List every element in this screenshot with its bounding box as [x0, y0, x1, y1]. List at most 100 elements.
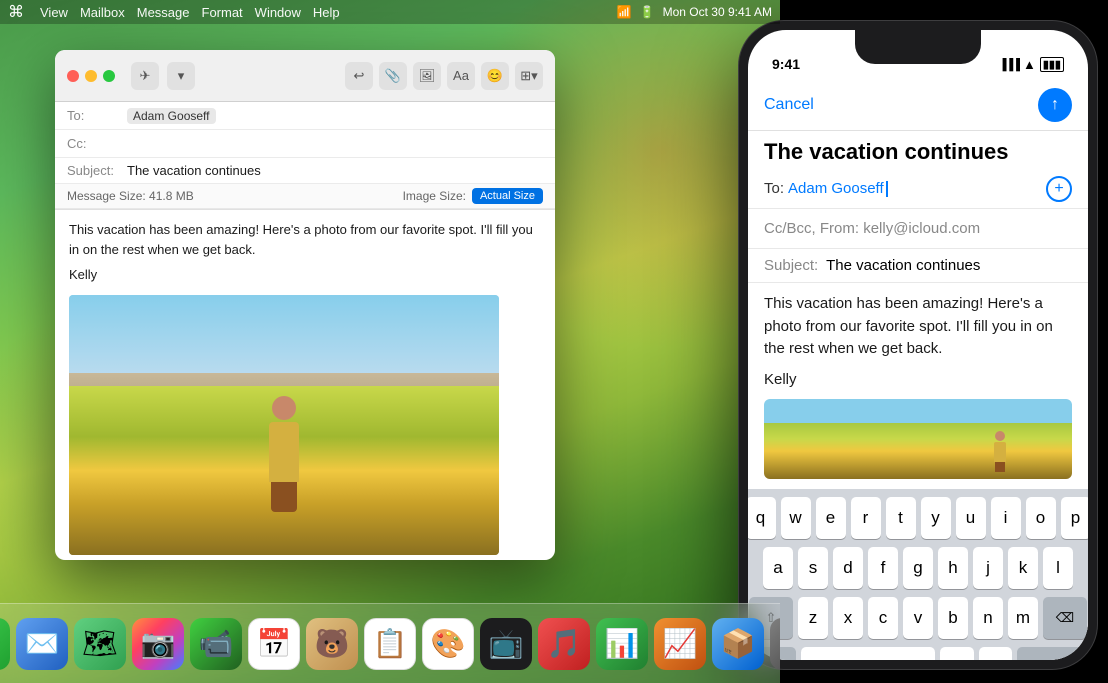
subject-field-row[interactable]: Subject: The vacation continues [55, 158, 555, 184]
more-button[interactable]: ⊞▾ [515, 62, 543, 90]
attach-button[interactable]: 📎 [379, 62, 407, 90]
wifi-icon: 📶 [617, 5, 632, 19]
at-key[interactable]: @ [940, 647, 974, 660]
dock-music[interactable]: 🎵 [538, 618, 590, 670]
ios-cancel-button[interactable]: Cancel [764, 96, 814, 114]
to-label: To: [67, 108, 127, 123]
ios-add-recipient-button[interactable]: + [1046, 176, 1072, 202]
ios-to-field[interactable]: To: Adam Gooseff + [748, 169, 1088, 209]
apple-menu-icon[interactable]: ⌘ [8, 2, 24, 22]
ios-subject-field[interactable]: Subject: The vacation continues [748, 249, 1088, 283]
figure-head [272, 396, 296, 420]
send-button[interactable]: ✈ [131, 62, 159, 90]
key-m[interactable]: m [1008, 597, 1038, 639]
key-l[interactable]: l [1043, 547, 1073, 589]
dock-systemsettings[interactable]: ⚙️ [770, 618, 780, 670]
key-v[interactable]: v [903, 597, 933, 639]
photo-button[interactable]: 🖼 [413, 62, 441, 90]
key-k[interactable]: k [1008, 547, 1038, 589]
key-j[interactable]: j [973, 547, 1003, 589]
menu-window[interactable]: Window [255, 5, 301, 20]
dock-messages[interactable]: 💬 [0, 618, 10, 670]
key-r[interactable]: r [851, 497, 881, 539]
dot-key[interactable]: . [979, 647, 1013, 660]
dock-keynote[interactable]: 📈 [654, 618, 706, 670]
key-i[interactable]: i [991, 497, 1021, 539]
dock-freeform[interactable]: 🎨 [422, 618, 474, 670]
undo-button[interactable]: ↩ [345, 62, 373, 90]
ios-mail-compose: Cancel ↑ The vacation continues To: Adam… [748, 80, 1088, 660]
dock-numbers[interactable]: 📊 [596, 618, 648, 670]
ios-compose-header: Cancel ↑ [748, 80, 1088, 131]
battery-icon: 🔋 [640, 5, 655, 19]
menu-view[interactable]: View [40, 5, 68, 20]
key-b[interactable]: b [938, 597, 968, 639]
key-x[interactable]: x [833, 597, 863, 639]
image-size-label: Image Size: [403, 189, 466, 203]
key-u[interactable]: u [956, 497, 986, 539]
menu-message[interactable]: Message [137, 5, 190, 20]
font-button[interactable]: Aa [447, 62, 475, 90]
menu-mailbox[interactable]: Mailbox [80, 5, 125, 20]
ios-cc-field[interactable]: Cc/Bcc, From: kelly@icloud.com [748, 209, 1088, 249]
dock-maps[interactable]: 🗺 [74, 618, 126, 670]
menubar-time: Mon Oct 30 9:41 AM [663, 5, 772, 19]
dock-reminders[interactable]: 📋 [364, 618, 416, 670]
dock-facetime[interactable]: 📹 [190, 618, 242, 670]
key-o[interactable]: o [1026, 497, 1056, 539]
body-text: This vacation has been amazing! Here's a… [69, 220, 541, 259]
key-p[interactable]: p [1061, 497, 1089, 539]
return-key[interactable]: return [1017, 647, 1084, 660]
key-c[interactable]: c [868, 597, 898, 639]
ios-send-button[interactable]: ↑ [1038, 88, 1072, 122]
key-s[interactable]: s [798, 547, 828, 589]
actual-size-button[interactable]: Actual Size [472, 188, 543, 204]
wifi-status-icon: ▲ [1023, 57, 1036, 72]
key-e[interactable]: e [816, 497, 846, 539]
space-key[interactable]: space [801, 647, 935, 660]
send-dropdown-button[interactable]: ▾ [167, 62, 195, 90]
close-button[interactable] [67, 70, 79, 82]
minimize-button[interactable] [85, 70, 97, 82]
send-arrow-icon: ↑ [1051, 96, 1059, 114]
menu-help[interactable]: Help [313, 5, 340, 20]
subject-value[interactable]: The vacation continues [127, 163, 261, 178]
maximize-button[interactable] [103, 70, 115, 82]
dock-appstore[interactable]: 📦 [712, 618, 764, 670]
iphone-screen: 9:41 ▐▐▐ ▲ ▮▮▮ Cancel ↑ The vacation con… [748, 30, 1088, 660]
delete-key[interactable]: ⌫ [1043, 597, 1087, 639]
ios-subject-title[interactable]: The vacation continues [748, 131, 1088, 169]
dock-mail[interactable]: ✉️ [16, 618, 68, 670]
dock-contacts[interactable]: 🐻 [306, 618, 358, 670]
ios-subject-value[interactable]: The vacation continues [826, 257, 980, 274]
key-q[interactable]: q [748, 497, 776, 539]
key-g[interactable]: g [903, 547, 933, 589]
image-size-controls: Image Size: Actual Size [403, 188, 543, 204]
dock-photos[interactable]: 📷 [132, 618, 184, 670]
key-z[interactable]: z [798, 597, 828, 639]
keyboard-row-4: 123 space @ . return [752, 647, 1084, 660]
text-cursor [886, 181, 888, 197]
signal-icon: ▐▐▐ [999, 59, 1019, 71]
subject-label: Subject: [67, 163, 127, 178]
dock-calendar[interactable]: 📅 [248, 618, 300, 670]
key-w[interactable]: w [781, 497, 811, 539]
key-t[interactable]: t [886, 497, 916, 539]
mail-signature: Kelly [69, 265, 541, 285]
ios-subject-label: Subject: [764, 257, 818, 274]
ios-recipient[interactable]: Adam Gooseff [788, 180, 884, 197]
key-f[interactable]: f [868, 547, 898, 589]
key-n[interactable]: n [973, 597, 1003, 639]
mail-body[interactable]: This vacation has been amazing! Here's a… [55, 210, 555, 560]
recipient-tag[interactable]: Adam Gooseff [127, 108, 216, 124]
ios-to-label: To: [764, 180, 784, 197]
key-a[interactable]: a [763, 547, 793, 589]
message-size-value: 41.8 MB [149, 189, 194, 203]
emoji-button[interactable]: 😊 [481, 62, 509, 90]
dock-appletv[interactable]: 📺 [480, 618, 532, 670]
key-d[interactable]: d [833, 547, 863, 589]
key-y[interactable]: y [921, 497, 951, 539]
ios-mail-body[interactable]: This vacation has been amazing! Here's a… [748, 283, 1088, 489]
menu-format[interactable]: Format [202, 5, 243, 20]
key-h[interactable]: h [938, 547, 968, 589]
